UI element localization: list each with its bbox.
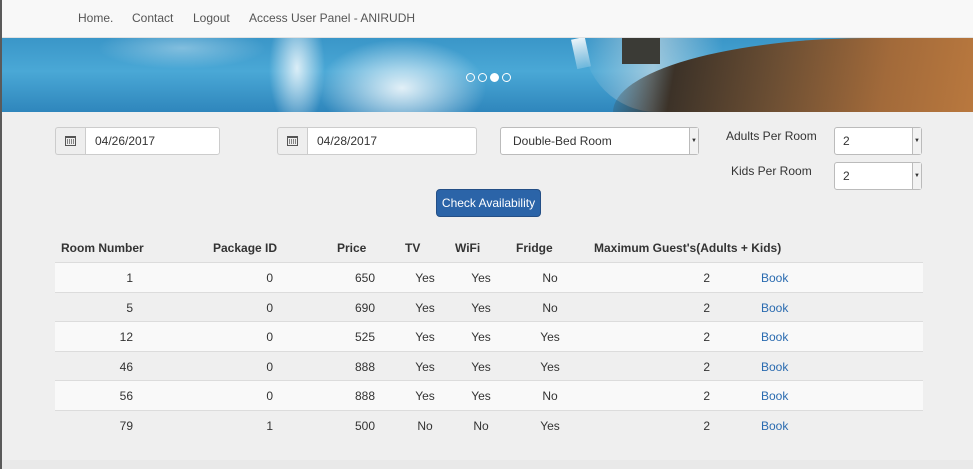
- table-row: 1 0 650 Yes Yes No 2 Book: [55, 262, 923, 292]
- nav-logout-link[interactable]: Logout: [193, 11, 230, 25]
- cell-price: 888: [354, 389, 375, 403]
- carousel-indicator-1[interactable]: [466, 73, 475, 82]
- chevron-down-icon: ▼: [689, 128, 698, 154]
- cell-wifi: Yes: [471, 330, 491, 344]
- cell-max-guests: 2: [703, 330, 710, 344]
- cell-wifi: Yes: [471, 271, 491, 285]
- calendar-icon: [65, 136, 76, 146]
- cell-tv: Yes: [415, 330, 435, 344]
- cell-price: 500: [354, 418, 375, 433]
- cell-max-guests: 2: [703, 300, 710, 315]
- kids-label: Kids Per Room: [731, 164, 812, 178]
- cell-max-guests: 2: [703, 271, 710, 285]
- cell-tv: Yes: [415, 389, 435, 403]
- cell-room-number: 56: [119, 389, 133, 403]
- cell-price: 650: [354, 271, 375, 285]
- check-out-calendar-addon[interactable]: [277, 127, 307, 155]
- page: Home. Contact Logout Access User Panel -…: [2, 0, 973, 469]
- table-row: 46 0 888 Yes Yes Yes 2 Book: [55, 350, 923, 380]
- chevron-down-icon: ▼: [912, 163, 921, 189]
- cell-max-guests: 2: [703, 359, 710, 374]
- adults-label: Adults Per Room: [726, 129, 817, 143]
- cell-wifi: Yes: [471, 300, 491, 315]
- room-type-value: Double-Bed Room: [513, 134, 612, 148]
- fountain-image: [622, 38, 660, 64]
- cell-max-guests: 2: [703, 389, 710, 403]
- cell-tv: Yes: [415, 300, 435, 315]
- navbar: Home. Contact Logout Access User Panel -…: [2, 0, 973, 38]
- cell-fridge: No: [542, 389, 558, 403]
- cell-room-number: 5: [126, 300, 133, 315]
- table-row: 56 0 888 Yes Yes No 2 Book: [55, 380, 923, 410]
- cell-wifi: No: [473, 418, 489, 433]
- header-room-number: Room Number: [61, 241, 144, 255]
- nav-home-link[interactable]: Home.: [78, 11, 113, 25]
- nav-user-panel-link[interactable]: Access User Panel - ANIRUDH: [249, 11, 415, 25]
- cell-room-number: 46: [119, 359, 133, 374]
- carousel-indicator-2[interactable]: [478, 73, 487, 82]
- header-price: Price: [337, 241, 367, 255]
- table-row: 12 0 525 Yes Yes Yes 2 Book: [55, 321, 923, 351]
- check-out-date-input[interactable]: 04/28/2017: [307, 127, 477, 155]
- book-link[interactable]: Book: [761, 271, 788, 285]
- chevron-down-icon: ▼: [912, 128, 921, 154]
- header-max-guests: Maximum Guest's(Adults + Kids): [594, 241, 782, 255]
- cell-tv: Yes: [415, 271, 435, 285]
- page-footer-edge: [2, 460, 973, 469]
- table-row: 5 0 690 Yes Yes No 2 Book: [55, 291, 923, 321]
- carousel-indicator-3[interactable]: [490, 73, 499, 82]
- book-link[interactable]: Book: [761, 301, 788, 315]
- kids-select[interactable]: 2 ▼: [834, 162, 922, 190]
- cell-room-number: 12: [119, 330, 133, 344]
- book-link[interactable]: Book: [761, 330, 788, 344]
- cell-package-id: 0: [266, 359, 273, 374]
- book-link[interactable]: Book: [761, 389, 788, 403]
- cell-tv: Yes: [415, 359, 435, 374]
- cell-max-guests: 2: [703, 418, 710, 433]
- room-type-select[interactable]: Double-Bed Room ▼: [500, 127, 699, 155]
- cell-fridge: Yes: [540, 359, 560, 374]
- cell-fridge: Yes: [540, 330, 560, 344]
- nav-contact-link[interactable]: Contact: [132, 11, 173, 25]
- cell-wifi: Yes: [471, 389, 491, 403]
- table-row: 79 1 500 No No Yes 2 Book: [55, 409, 923, 439]
- cell-package-id: 0: [266, 271, 273, 285]
- check-in-calendar-addon[interactable]: [55, 127, 85, 155]
- calendar-icon: [287, 136, 298, 146]
- carousel-indicator-4[interactable]: [502, 73, 511, 82]
- cell-package-id: 0: [266, 300, 273, 315]
- cell-room-number: 1: [126, 271, 133, 285]
- cell-tv: No: [417, 418, 433, 433]
- cell-wifi: Yes: [471, 359, 491, 374]
- kids-value: 2: [843, 169, 850, 183]
- adults-value: 2: [843, 134, 850, 148]
- header-fridge: Fridge: [516, 241, 553, 255]
- adults-select[interactable]: 2 ▼: [834, 127, 922, 155]
- carousel-indicators: [466, 73, 511, 83]
- cell-package-id: 1: [266, 418, 273, 433]
- header-package-id: Package ID: [213, 241, 278, 255]
- check-in-date-input[interactable]: 04/26/2017: [85, 127, 220, 155]
- cell-price: 888: [354, 359, 375, 374]
- cell-fridge: No: [542, 271, 558, 285]
- cell-package-id: 0: [266, 330, 273, 344]
- check-availability-button[interactable]: Check Availability: [436, 189, 541, 217]
- check-in-group: 04/26/2017: [55, 127, 220, 155]
- header-wifi: WiFi: [455, 241, 481, 255]
- cell-price: 525: [354, 330, 375, 344]
- cell-fridge: No: [542, 300, 558, 315]
- cell-fridge: Yes: [540, 418, 560, 433]
- cell-package-id: 0: [266, 389, 273, 403]
- cell-price: 690: [354, 300, 375, 315]
- book-link[interactable]: Book: [761, 419, 788, 433]
- book-link[interactable]: Book: [761, 360, 788, 374]
- header-tv: TV: [405, 241, 421, 255]
- cell-room-number: 79: [119, 418, 133, 433]
- check-out-group: 04/28/2017: [277, 127, 477, 155]
